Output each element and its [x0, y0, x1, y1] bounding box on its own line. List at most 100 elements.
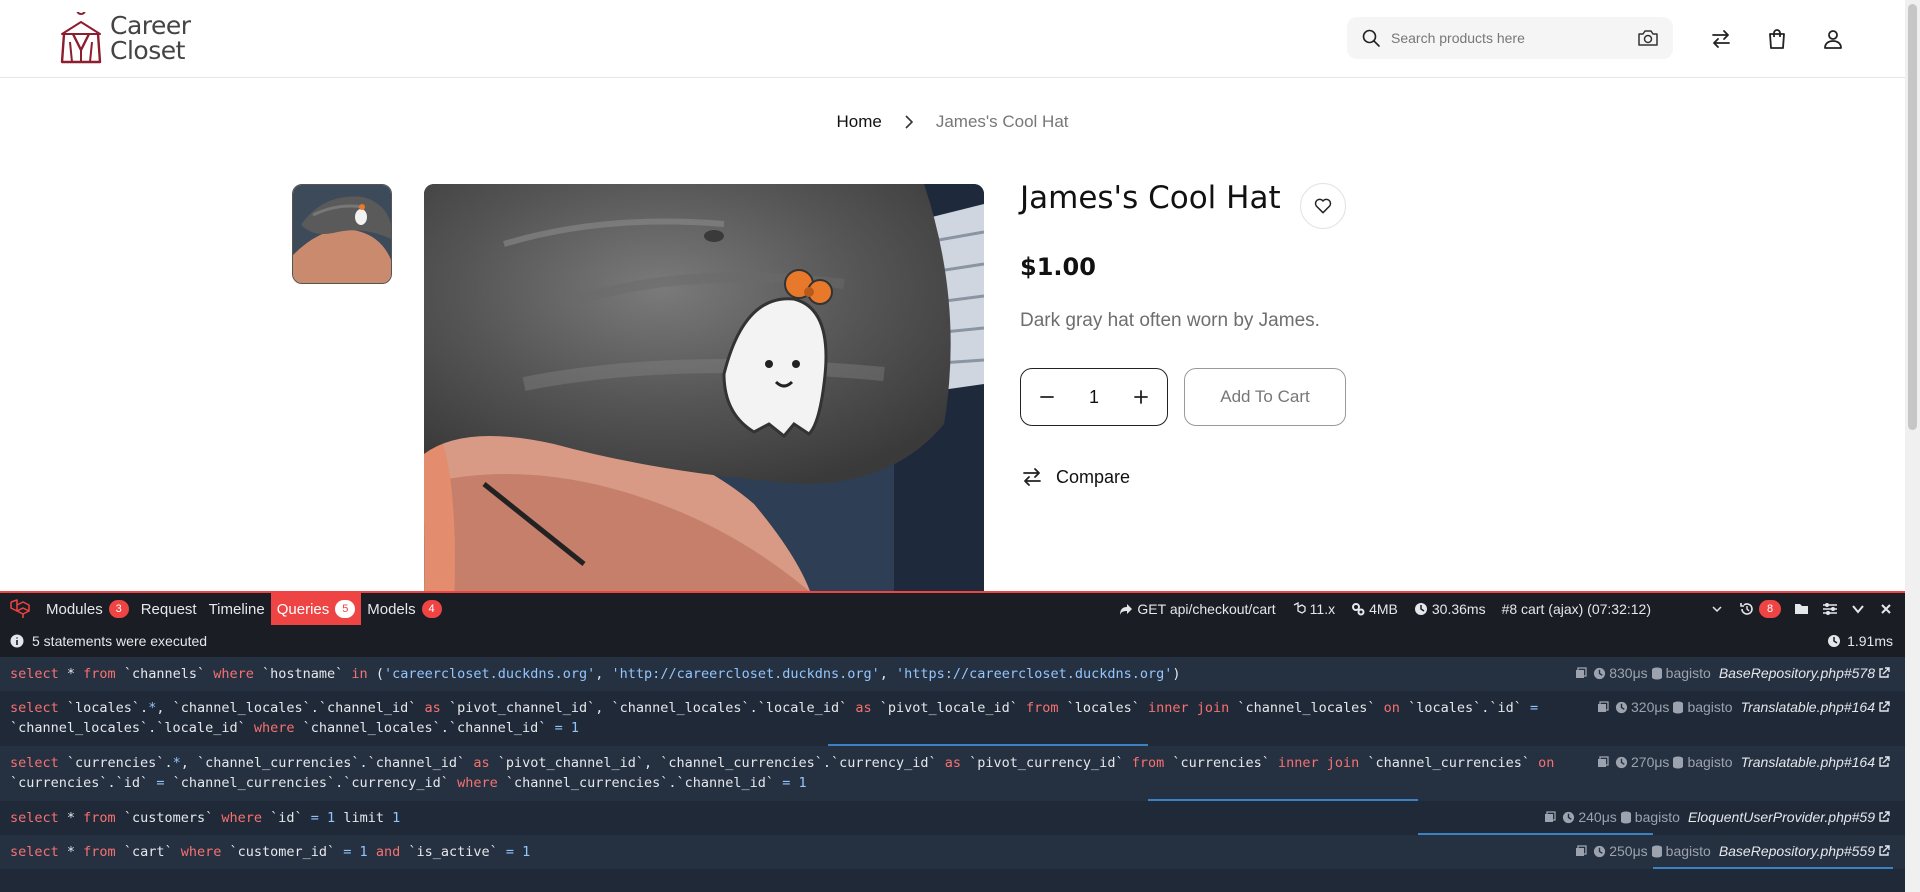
tab-badge: 5: [335, 600, 356, 618]
tab-request[interactable]: Request: [135, 593, 203, 625]
share-arrow-icon: [1120, 604, 1133, 615]
query-connection: bagisto: [1665, 665, 1711, 681]
history-icon[interactable]: [1739, 601, 1755, 617]
search-input[interactable]: [1391, 17, 1621, 59]
query-row[interactable]: select `locales`.*, `channel_locales`.`c…: [0, 691, 1905, 746]
query-duration: 240μs: [1578, 809, 1617, 825]
user-icon[interactable]: [1821, 27, 1845, 51]
copy-icon[interactable]: [1597, 756, 1609, 768]
query-connection: bagisto: [1687, 699, 1733, 715]
site-header: Career Closet: [0, 0, 1905, 78]
copy-icon[interactable]: [1597, 701, 1609, 713]
product-price: $1.00: [1020, 253, 1096, 281]
open-folder-icon[interactable]: [1793, 600, 1811, 618]
tab-label: Models: [367, 600, 416, 618]
query-source-link[interactable]: Translatable.php#164: [1741, 699, 1875, 715]
query-duration: 270μs: [1631, 754, 1670, 770]
queries-status-bar: 5 statements were executed 1.91ms: [0, 625, 1905, 657]
product-main-image[interactable]: [424, 184, 984, 604]
external-link-icon[interactable]: [1878, 845, 1890, 857]
query-duration: 320μs: [1631, 699, 1670, 715]
query-connection: bagisto: [1665, 843, 1711, 859]
chevron-down-icon: [1712, 606, 1722, 613]
copy-icon[interactable]: [1575, 845, 1587, 857]
query-connection: bagisto: [1634, 809, 1680, 825]
debug-bar-header: Modules 3 Request Timeline Queries 5 Model…: [0, 593, 1905, 625]
query-meta: 320μs bagisto Translatable.php#164: [1594, 699, 1893, 715]
camera-icon[interactable]: [1637, 28, 1659, 48]
close-icon[interactable]: [1877, 600, 1895, 618]
query-row[interactable]: select * from `cart` where `customer_id`…: [0, 835, 1905, 869]
page: Career Closet Search products here Home …: [0, 0, 1920, 892]
breadcrumb-current: James's Cool Hat: [935, 112, 1069, 131]
query-row[interactable]: select * from `channels` where `hostname…: [0, 657, 1905, 691]
tab-timeline[interactable]: Timeline: [203, 593, 271, 625]
query-meta: 270μs bagisto Translatable.php#164: [1594, 754, 1893, 770]
time-info: 30.36ms: [1414, 601, 1486, 617]
clock-icon: [1594, 845, 1606, 857]
history-count-badge: 8: [1759, 600, 1781, 618]
query-meta: 250μs bagisto BaseRepository.php#559: [1572, 843, 1893, 859]
query-source-link[interactable]: EloquentUserProvider.php#59: [1688, 809, 1875, 825]
wishlist-button[interactable]: [1300, 183, 1346, 229]
page-scrollbar[interactable]: [1905, 0, 1920, 892]
time-text: 30.36ms: [1431, 601, 1486, 617]
external-link-icon[interactable]: [1878, 756, 1890, 768]
database-icon: [1673, 756, 1684, 768]
compare-arrows-icon: [1023, 468, 1041, 486]
minus-icon: [1040, 396, 1055, 398]
hat-photo-image: [424, 184, 984, 604]
breadcrumb-home[interactable]: Home: [836, 112, 881, 132]
query-source-link[interactable]: Translatable.php#164: [1741, 754, 1875, 770]
tab-queries[interactable]: Queries 5: [270, 593, 362, 625]
settings-sliders-icon[interactable]: [1821, 600, 1839, 618]
compare-label: Compare: [1056, 466, 1131, 487]
decrease-quantity-button[interactable]: [1036, 386, 1058, 408]
external-link-icon[interactable]: [1878, 701, 1890, 713]
request-select-value: #8 cart (ajax) (07:32:12): [1501, 601, 1651, 617]
chevron-right-icon: [905, 115, 913, 129]
tab-label: Modules: [46, 600, 103, 618]
product-title: James's Cool Hat: [1020, 180, 1281, 216]
info-icon: [10, 634, 24, 648]
clock-icon: [1615, 701, 1628, 713]
debug-bar: Modules 3 Request Timeline Queries 5 Model…: [0, 591, 1905, 892]
tab-label: Timeline: [208, 600, 265, 618]
query-row[interactable]: select * from `customers` where `id` = 1…: [0, 801, 1905, 835]
database-icon: [1673, 701, 1684, 713]
logo[interactable]: Career Closet: [58, 12, 191, 64]
logo-line-2: Closet: [110, 36, 185, 65]
laravel-small-icon: [1293, 602, 1306, 614]
database-icon: [1651, 845, 1662, 857]
route-info: GET api/checkout/cart: [1119, 601, 1276, 617]
external-link-icon[interactable]: [1878, 811, 1890, 823]
minimize-chevron-icon[interactable]: [1849, 600, 1867, 618]
database-icon: [1620, 811, 1631, 823]
query-source-link[interactable]: BaseRepository.php#578: [1719, 665, 1875, 681]
quantity-value[interactable]: 1: [1089, 387, 1099, 408]
add-to-cart-button[interactable]: Add To Cart: [1184, 368, 1346, 426]
scrollbar-thumb[interactable]: [1908, 4, 1917, 430]
external-link-icon[interactable]: [1878, 667, 1890, 679]
compare-icon[interactable]: [1709, 27, 1733, 51]
tab-label: Queries: [276, 600, 330, 618]
tab-models[interactable]: Models 4: [361, 593, 447, 625]
query-duration: 250μs: [1609, 843, 1648, 859]
search-box: [1347, 17, 1673, 59]
copy-icon[interactable]: [1544, 811, 1557, 823]
shopping-bag-icon[interactable]: [1765, 27, 1789, 51]
request-select[interactable]: #8 cart (ajax) (07:32:12): [1502, 601, 1723, 617]
query-row[interactable]: select `currencies`.*, `channel_currenci…: [0, 746, 1905, 801]
clock-icon: [1615, 756, 1628, 768]
logo-line-1: Career: [110, 11, 191, 40]
copy-icon[interactable]: [1575, 667, 1587, 679]
clock-icon: [1414, 603, 1427, 615]
increase-quantity-button[interactable]: [1130, 386, 1152, 408]
laravel-logo-icon[interactable]: [0, 593, 40, 625]
query-sql: select * from `channels` where `hostname…: [10, 666, 1181, 682]
tab-modules[interactable]: Modules 3: [40, 593, 135, 625]
cogs-icon: [1352, 603, 1365, 616]
product-thumbnail[interactable]: [292, 184, 392, 284]
compare-link[interactable]: Compare: [1020, 465, 1130, 489]
query-source-link[interactable]: BaseRepository.php#559: [1719, 843, 1875, 859]
